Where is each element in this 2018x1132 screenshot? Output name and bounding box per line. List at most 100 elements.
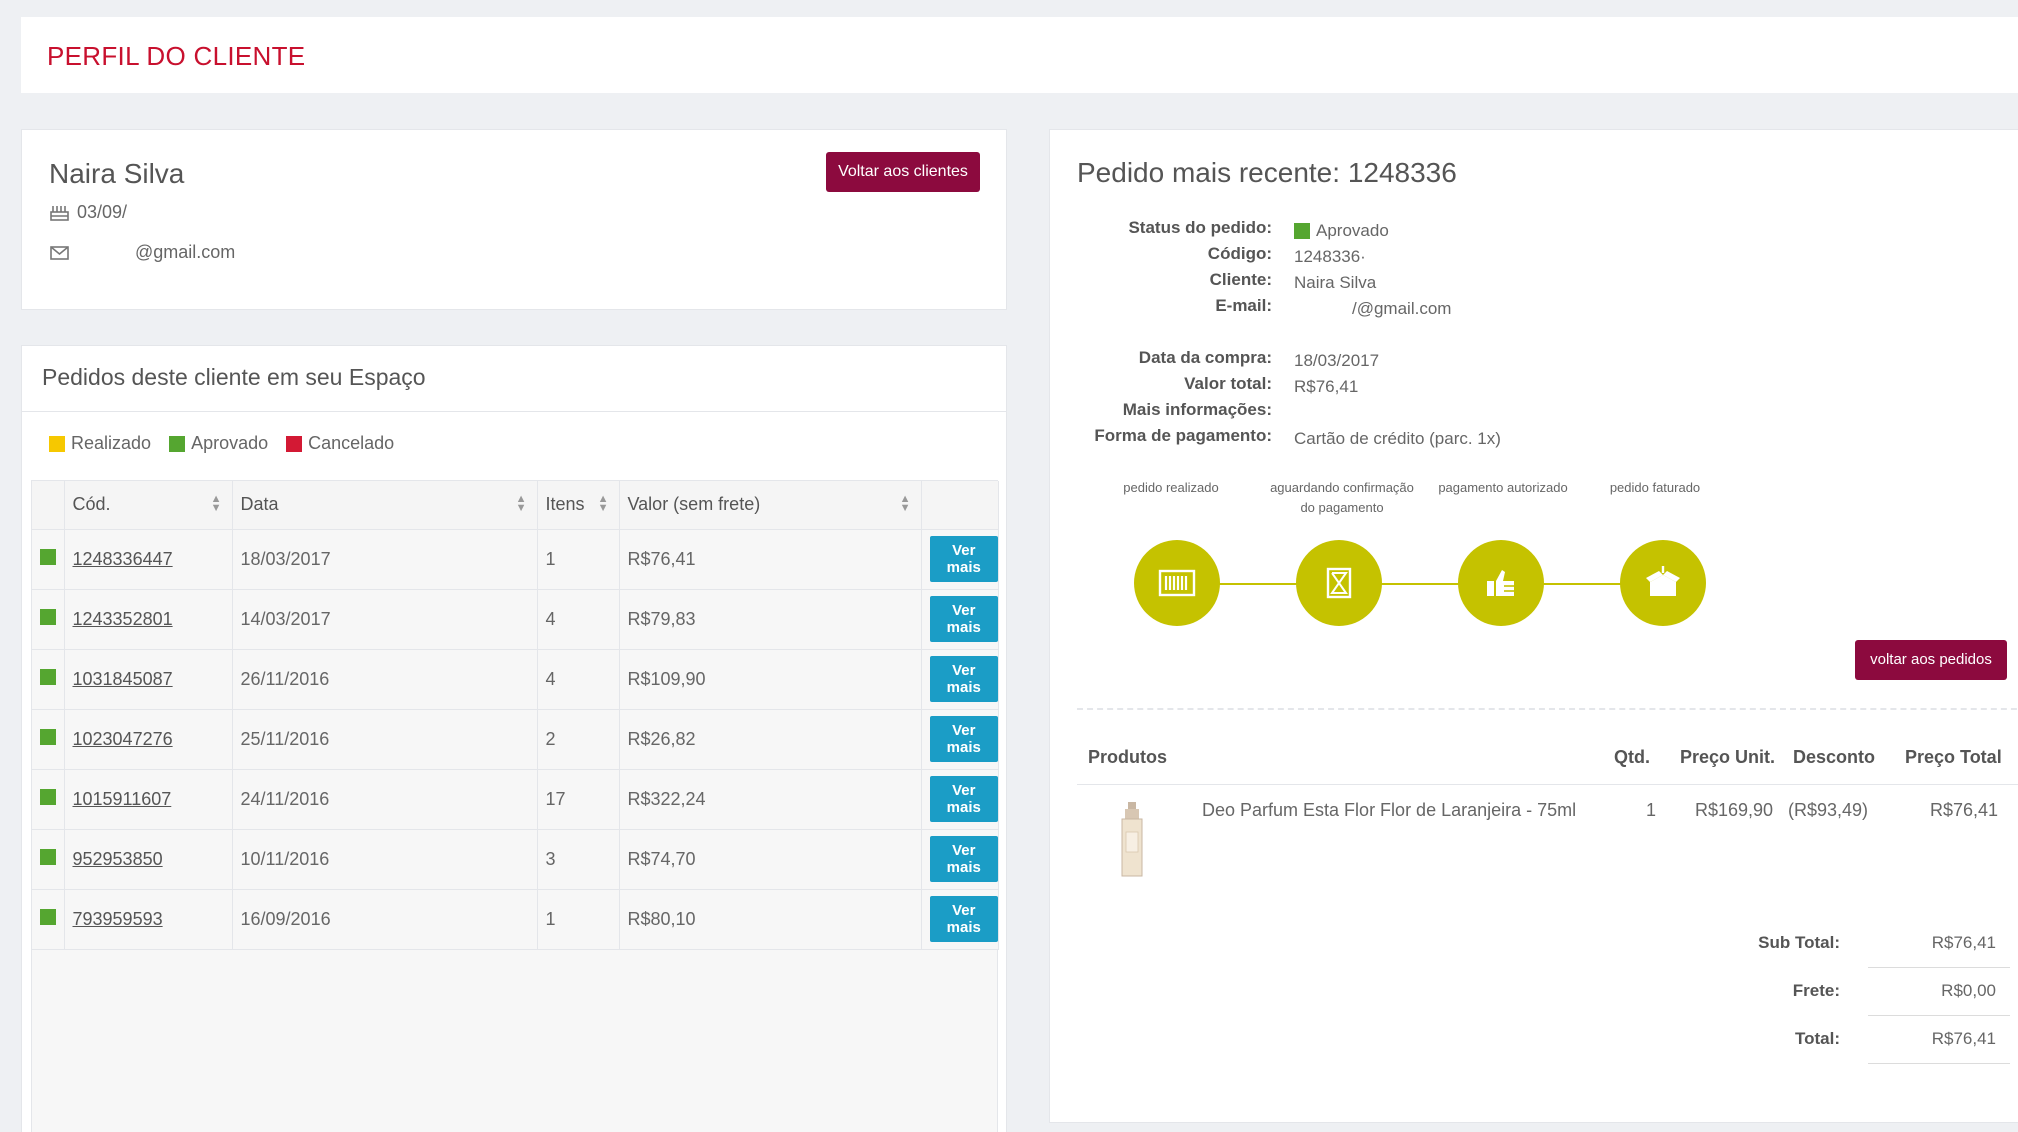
subtotal-value: R$76,41 <box>1931 933 1996 952</box>
info-label: Forma de pagamento: <box>1094 426 1272 445</box>
ver-mais-button[interactable]: Ver mais <box>929 536 998 582</box>
legend-item-realizado: Realizado <box>49 433 151 454</box>
row-items: 1 <box>537 529 620 590</box>
recent-order-card: Pedido mais recente: 1248336 Status do p… <box>1049 129 2018 1123</box>
legend-swatch <box>49 435 65 452</box>
row-status <box>32 649 65 710</box>
col-items-label: Itens <box>545 494 585 515</box>
legend-item-aprovado: Aprovado <box>169 433 268 454</box>
client-email[interactable]: @gmail.com <box>135 242 235 263</box>
table-row: 1243352801 14/03/2017 4 R$79,83 Ver mais <box>32 589 999 650</box>
client-email-row: @gmail.com <box>49 242 235 263</box>
status-indicator <box>40 608 56 625</box>
row-code: 1243352801 <box>64 589 233 650</box>
freight-label: Frete: <box>1792 981 1840 1000</box>
sort-icon[interactable]: ▲ ▼ <box>900 494 911 514</box>
row-date: 24/11/2016 <box>232 769 538 830</box>
col-code[interactable]: Cód. ▲ ▼ <box>64 481 233 530</box>
status-legend: Realizado Aprovado Cancelado <box>49 433 412 454</box>
col-actions <box>921 481 999 530</box>
info-label: E-mail: <box>1215 296 1272 315</box>
step-label: aguardando confirmação do pagamento <box>1270 480 1414 515</box>
order-code-link[interactable]: 793959593 <box>73 909 163 929</box>
client-birthday: 03/09/ <box>77 202 128 222</box>
sort-icon[interactable]: ▲ ▼ <box>598 494 609 514</box>
row-status <box>32 529 65 590</box>
status-indicator <box>40 848 56 865</box>
info-value: Aprovado <box>1294 218 1389 244</box>
barcode-icon <box>1158 569 1196 597</box>
orders-header: Pedidos deste cliente em seu Espaço <box>22 346 1006 412</box>
info-row-total: Valor total: R$76,41 <box>1050 374 1850 400</box>
row-code: 1023047276 <box>64 709 233 770</box>
client-birthday-row: 03/09/ <box>49 202 127 223</box>
info-value: Cartão de crédito (parc. 1x) <box>1294 429 1501 448</box>
ver-mais-button[interactable]: Ver mais <box>929 776 998 822</box>
table-header-row: Cód. ▲ ▼ Data ▲ ▼ Itens ▲ ▼ Valor (sem frete) ▲… <box>32 481 999 530</box>
package-icon <box>1646 566 1680 596</box>
sort-icon[interactable]: ▲ ▼ <box>211 494 222 514</box>
sort-icon[interactable]: ▲ ▼ <box>516 494 527 514</box>
info-value: Naira Silva <box>1294 273 1377 292</box>
order-code-link[interactable]: 1248336447 <box>73 549 173 569</box>
hourglass-icon <box>1326 567 1352 599</box>
product-name: Deo Parfum Esta Flor Flor de Laranjeira … <box>1202 800 1577 820</box>
section-divider <box>1077 708 2018 710</box>
thumbs-up-icon <box>1487 570 1514 596</box>
orders-card: Pedidos deste cliente em seu Espaço Real… <box>21 345 1007 1132</box>
orders-title: Pedidos deste cliente em seu Espaço <box>42 364 426 390</box>
row-action: Ver mais <box>921 889 999 950</box>
envelope-icon <box>49 244 71 262</box>
ver-mais-button[interactable]: Ver mais <box>929 716 998 762</box>
product-total-price: R$76,41 <box>1930 800 1999 820</box>
row-action: Ver mais <box>921 529 999 590</box>
step-faturado <box>1620 540 1706 626</box>
col-items[interactable]: Itens ▲ ▼ <box>537 481 620 530</box>
ver-mais-button[interactable]: Ver mais <box>929 836 998 882</box>
ver-mais-button[interactable]: Ver mais <box>929 656 998 702</box>
legend-swatch <box>169 435 186 452</box>
products-divider <box>1077 784 2018 785</box>
col-date[interactable]: Data ▲ ▼ <box>232 481 538 530</box>
orders-table-wrap: Cód. ▲ ▼ Data ▲ ▼ Itens ▲ ▼ Valor (sem frete) ▲… <box>31 480 999 1132</box>
row-value: R$322,24 <box>619 769 922 830</box>
order-code-link[interactable]: 1031845087 <box>73 669 173 689</box>
back-to-clients-button[interactable]: Voltar aos clientes <box>826 152 980 192</box>
order-code-link[interactable]: 1015911607 <box>73 789 172 809</box>
row-status <box>32 709 65 770</box>
back-to-orders-button[interactable]: voltar aos pedidos <box>1855 640 2007 680</box>
info-value: /@gmail.com <box>1352 299 1452 318</box>
row-value: R$80,10 <box>619 889 922 950</box>
info-label: Código: <box>1207 244 1272 263</box>
col-value[interactable]: Valor (sem frete) ▲ ▼ <box>619 481 922 530</box>
status-indicator <box>40 908 56 925</box>
row-code: 1015911607 <box>64 769 233 830</box>
row-value: R$79,83 <box>619 589 922 650</box>
info-label: Valor total: <box>1184 374 1272 393</box>
info-row-status: Status do pedido: Aprovado <box>1050 218 1850 244</box>
info-row-code: Código: 1248336· <box>1050 244 1850 270</box>
row-status <box>32 829 65 890</box>
row-action: Ver mais <box>921 829 999 890</box>
order-code-link[interactable]: 952953850 <box>73 849 163 869</box>
order-code-link[interactable]: 1243352801 <box>73 609 173 629</box>
order-code-link[interactable]: 1023047276 <box>73 729 173 749</box>
row-code: 1248336447 <box>64 529 233 590</box>
step-label: pagamento autorizado <box>1438 480 1568 495</box>
info-value: 1248336· <box>1294 247 1366 266</box>
col-date-label: Data <box>240 494 279 515</box>
legend-label: Cancelado <box>308 433 395 453</box>
row-code: 1031845087 <box>64 649 233 710</box>
row-code: 793959593 <box>64 889 233 950</box>
row-value: R$26,82 <box>619 709 922 770</box>
row-status <box>32 889 65 950</box>
status-indicator <box>1294 223 1310 239</box>
row-date: 14/03/2017 <box>232 589 538 650</box>
product-qty: 1 <box>1646 800 1657 820</box>
row-items: 1 <box>537 889 620 950</box>
info-value: 18/03/2017 <box>1294 351 1380 370</box>
recent-order-title: Pedido mais recente: 1248336 <box>1077 157 1457 188</box>
row-date: 18/03/2017 <box>232 529 538 590</box>
ver-mais-button[interactable]: Ver mais <box>929 596 998 642</box>
ver-mais-button[interactable]: Ver mais <box>929 896 998 942</box>
